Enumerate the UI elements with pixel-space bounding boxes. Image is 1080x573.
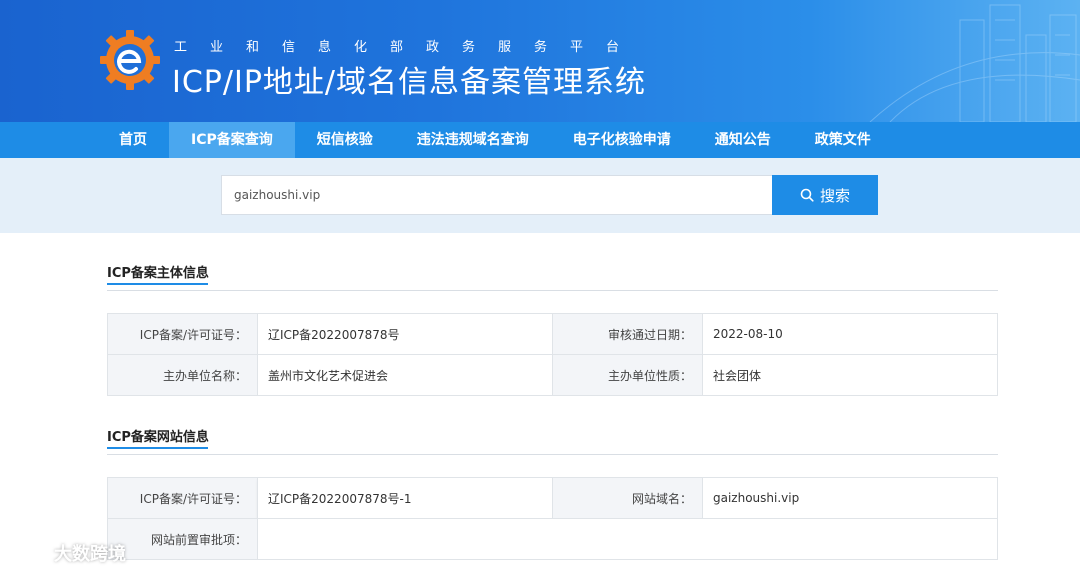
nav-item-sms-verify[interactable]: 短信核验 (295, 122, 395, 158)
search-button[interactable]: 搜索 (772, 175, 878, 215)
nav-item-illegal-domain-query[interactable]: 违法违规域名查询 (395, 122, 551, 158)
table-row: ICP备案/许可证号： 辽ICP备2022007878号-1 网站域名： gai… (107, 477, 998, 519)
nav-item-policy-docs[interactable]: 政策文件 (793, 122, 893, 158)
watermark-text: 大数跨境 (54, 544, 126, 565)
nav-item-e-verify-apply[interactable]: 电子化核验申请 (551, 122, 693, 158)
subject-info-heading: ICP备案主体信息 (107, 266, 209, 281)
system-title: ICP/IP地址/域名信息备案管理系统 (172, 65, 647, 100)
search-input[interactable] (221, 175, 773, 215)
site-info-table: ICP备案/许可证号： 辽ICP备2022007878号-1 网站域名： gai… (107, 477, 998, 560)
subject-info-divider (107, 290, 998, 291)
site-license-value: 辽ICP备2022007878号-1 (257, 477, 553, 519)
nav-item-notices[interactable]: 通知公告 (693, 122, 793, 158)
license-value: 辽ICP备2022007878号 (257, 313, 553, 355)
search-button-label: 搜索 (819, 186, 850, 205)
table-row: ICP备案/许可证号： 辽ICP备2022007878号 审核通过日期： 202… (107, 313, 998, 355)
org-type-label: 主办单位性质： (552, 354, 703, 396)
site-license-label: ICP备案/许可证号： (107, 477, 258, 519)
table-row: 主办单位名称： 盖州市文化艺术促进会 主办单位性质： 社会团体 (107, 354, 998, 396)
org-type-value: 社会团体 (702, 354, 998, 396)
approval-date-value: 2022-08-10 (702, 313, 998, 355)
site-info-heading: ICP备案网站信息 (107, 430, 209, 445)
subject-info-table: ICP备案/许可证号： 辽ICP备2022007878号 审核通过日期： 202… (107, 313, 998, 396)
approval-date-label: 审核通过日期： (552, 313, 703, 355)
org-name-label: 主办单位名称： (107, 354, 258, 396)
site-info-underline (107, 447, 208, 449)
domain-label: 网站域名： (552, 477, 703, 519)
search-area: 搜索 (0, 158, 1080, 233)
preapproval-label: 网站前置审批项： (107, 518, 258, 560)
site-info-divider (107, 454, 998, 455)
main-nav: 首页 ICP备案查询 短信核验 违法违规域名查询 电子化核验申请 通知公告 政策… (0, 122, 1080, 158)
table-row: 网站前置审批项： (107, 518, 998, 560)
watermark: 大数跨境 (8, 540, 126, 566)
watermark-logo-icon (10, 545, 48, 561)
nav-item-icp-query[interactable]: ICP备案查询 (169, 122, 295, 158)
domain-value: gaizhoushi.vip (702, 477, 998, 519)
org-name-value: 盖州市文化艺术促进会 (257, 354, 553, 396)
nav-item-home[interactable]: 首页 (97, 122, 169, 158)
search-icon (800, 188, 814, 202)
ministry-gear-logo (100, 30, 160, 90)
preapproval-value (257, 518, 998, 560)
license-label: ICP备案/许可证号： (107, 313, 258, 355)
platform-subtitle: 工业和信息化部政务服务平台 (174, 40, 643, 55)
header-banner: 工业和信息化部政务服务平台 ICP/IP地址/域名信息备案管理系统 (0, 0, 1080, 122)
subject-info-underline (107, 283, 208, 285)
skyline-decoration (869, 4, 1080, 122)
